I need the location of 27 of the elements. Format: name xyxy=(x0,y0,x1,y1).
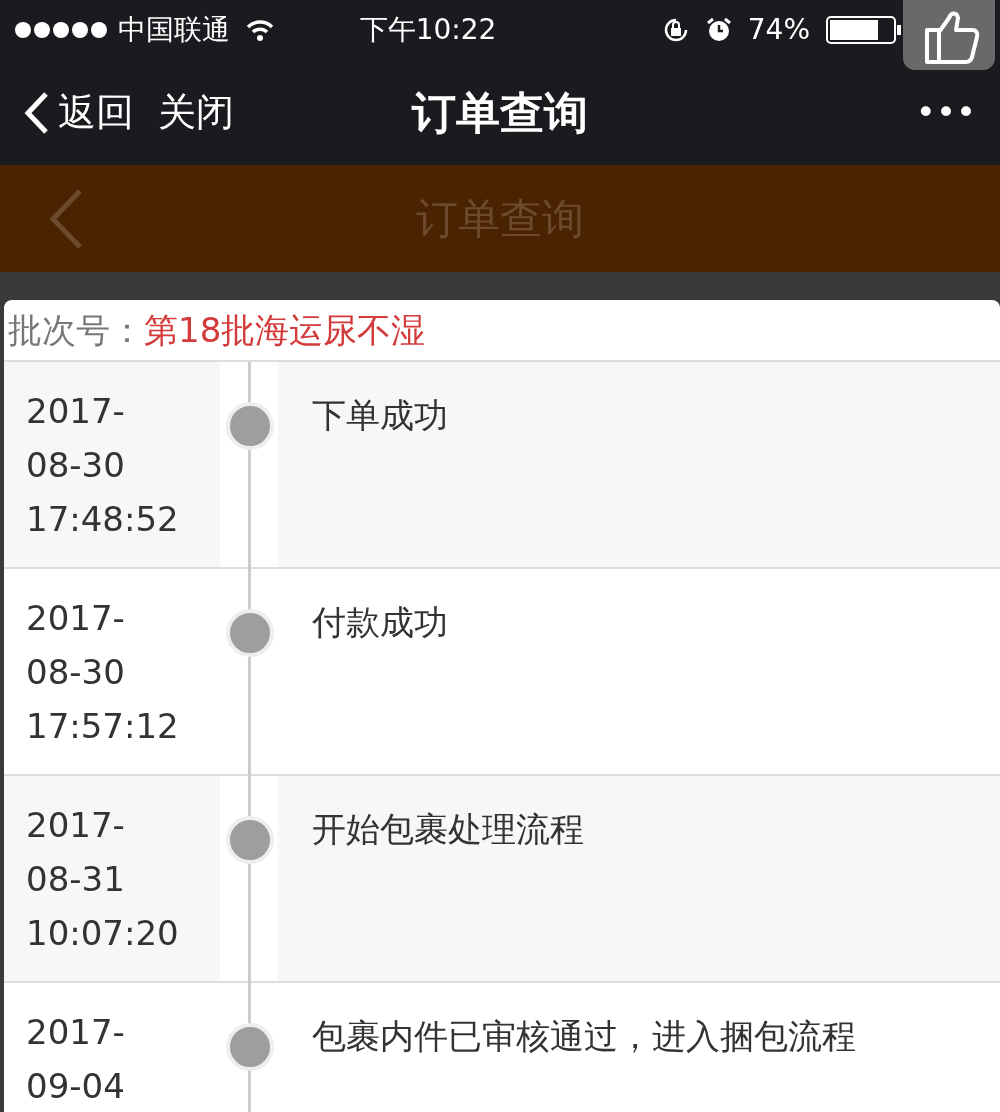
back-button[interactable]: 返回 xyxy=(24,84,134,141)
wifi-icon xyxy=(246,19,274,41)
signal-icon xyxy=(14,21,110,39)
event-text: 付款成功 xyxy=(312,602,448,642)
event-text: 下单成功 xyxy=(312,395,448,435)
timestamp: 2017-08-30 17:48:52 xyxy=(26,390,176,541)
chevron-left-icon xyxy=(24,90,50,135)
batch-label: 批次号： xyxy=(8,308,144,352)
timeline-dot xyxy=(226,402,274,450)
batch-value: 第18批海运尿不湿 xyxy=(144,308,426,352)
alarm-icon xyxy=(705,17,732,43)
timeline-dot xyxy=(226,609,274,657)
timeline-dot xyxy=(226,1023,274,1071)
status-time: 下午10:22 xyxy=(358,12,498,48)
carrier-name: 中国联通 xyxy=(118,12,230,48)
timestamp: 2017-08-31 10:07:20 xyxy=(26,804,176,955)
event-text: 包裹内件已审核通过，进入捆包流程 xyxy=(312,1016,856,1056)
nav-title: 订单查询 xyxy=(412,85,588,140)
more-button[interactable]: ••• xyxy=(915,87,976,138)
thumbs-up-icon[interactable] xyxy=(903,0,995,70)
timestamp: 2017-08-30 17:57:12 xyxy=(26,597,176,748)
close-button[interactable]: 关闭 xyxy=(158,84,234,141)
battery-icon xyxy=(826,15,902,45)
timeline-dot xyxy=(226,816,274,864)
event-text: 开始包裹处理流程 xyxy=(312,809,584,849)
battery-percent: 74% xyxy=(747,12,810,48)
timestamp: 2017-09-04 xyxy=(26,1011,126,1108)
